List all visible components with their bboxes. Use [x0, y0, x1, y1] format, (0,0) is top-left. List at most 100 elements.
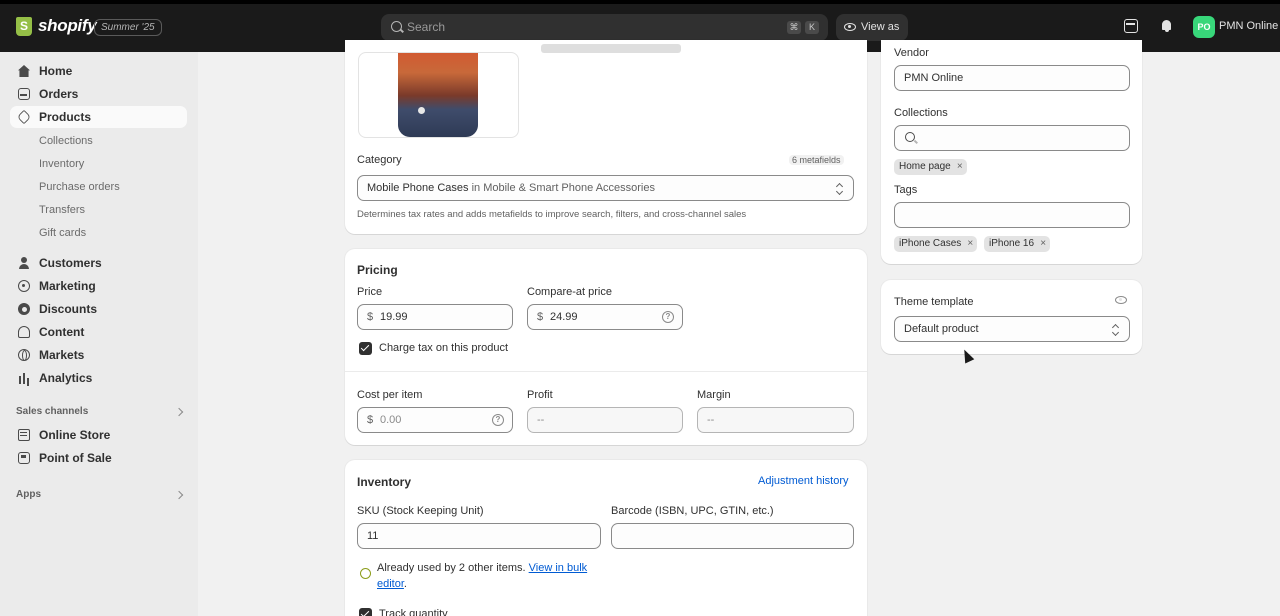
avatar[interactable]: PO	[1193, 16, 1215, 38]
theme-template-label: Theme template	[894, 296, 974, 308]
sidebar-item-marketing[interactable]: Marketing	[10, 275, 187, 297]
compare-at-price-input[interactable]: $ 24.99 ?	[527, 304, 683, 330]
sidebar-item-discounts[interactable]: Discounts	[10, 298, 187, 320]
sidebar-item-orders[interactable]: Orders	[10, 83, 187, 105]
sidebar-item-label: Customers	[39, 256, 102, 270]
tag-pill-label: iPhone 16	[989, 238, 1035, 249]
sku-warning-end: .	[403, 578, 407, 590]
vendor-label: Vendor	[894, 47, 929, 59]
store-name[interactable]: PMN Online	[1219, 20, 1278, 32]
charge-tax-checkbox[interactable]	[359, 342, 372, 355]
sidebar-item-analytics[interactable]: Analytics	[10, 367, 187, 389]
sidebar-item-label: Analytics	[39, 371, 93, 385]
sidebar-item-label: Marketing	[39, 279, 96, 293]
sidebar-item-markets[interactable]: Markets	[10, 344, 187, 366]
margin-field: --	[697, 407, 854, 433]
sidebar-item-content[interactable]: Content	[10, 321, 187, 343]
remove-icon[interactable]: ×	[1040, 236, 1046, 252]
sidebar-item-label: Orders	[39, 87, 79, 101]
category-select[interactable]: Mobile Phone Cases in Mobile & Smart Pho…	[357, 175, 854, 201]
vendor-input[interactable]: PMN Online	[894, 65, 1130, 91]
sidebar-item-products[interactable]: Products	[10, 106, 187, 128]
sidebar-item-label: Online Store	[39, 428, 111, 442]
sales-channels-header[interactable]: Sales channels	[16, 406, 88, 417]
shopify-logo[interactable]: shopify	[16, 16, 97, 36]
search-bar[interactable]: Search ⌘ K	[381, 14, 828, 41]
sidebar-item-label: Discounts	[39, 302, 98, 316]
collection-pill: Home page ×	[894, 159, 967, 175]
product-image[interactable]	[358, 52, 519, 138]
category-help-text: Determines tax rates and adds metafields…	[357, 209, 747, 220]
track-quantity-checkbox[interactable]	[359, 608, 372, 616]
sidebar-item-online-store[interactable]: Online Store	[10, 424, 187, 446]
sidebar-item-customers[interactable]: Customers	[10, 252, 187, 274]
cost-placeholder: 0.00	[380, 414, 402, 426]
adjustment-history-link[interactable]: Adjustment history	[758, 475, 848, 487]
store-icon[interactable]	[1124, 19, 1138, 33]
currency-symbol: $	[537, 311, 544, 323]
pricing-title: Pricing	[357, 263, 398, 277]
profit-field: --	[527, 407, 683, 433]
margin-label: Margin	[697, 389, 731, 401]
sidebar-subitem-collections[interactable]: Collections	[39, 130, 93, 152]
currency-symbol: $	[367, 414, 374, 426]
theme-template-select[interactable]: Default product	[894, 316, 1130, 342]
tags-input[interactable]	[894, 202, 1130, 228]
tag-icon	[16, 109, 32, 125]
analytics-icon	[18, 372, 30, 384]
view-in-bulk-editor-link-2[interactable]: editor	[377, 578, 404, 590]
theme-template-value: Default product	[904, 323, 979, 335]
eye-icon	[844, 23, 856, 31]
inventory-title: Inventory	[357, 475, 412, 489]
remove-icon[interactable]: ×	[957, 159, 963, 175]
category-value: Mobile Phone Cases in Mobile & Smart Pho…	[367, 182, 655, 194]
sidebar-subitem-purchase-orders[interactable]: Purchase orders	[39, 176, 120, 198]
price-value: 19.99	[380, 311, 408, 323]
barcode-input[interactable]	[611, 523, 854, 549]
eye-icon[interactable]	[1115, 296, 1127, 304]
sidebar-item-label: Markets	[39, 348, 85, 362]
tags-label: Tags	[894, 184, 918, 196]
apps-header[interactable]: Apps	[16, 489, 41, 500]
tag-pill: iPhone Cases ×	[894, 236, 978, 252]
category-value-path: in Mobile & Smart Phone Accessories	[468, 182, 655, 194]
person-icon	[18, 257, 30, 269]
home-icon	[18, 65, 30, 77]
collection-pill-label: Home page	[899, 161, 951, 172]
barcode-label: Barcode (ISBN, UPC, GTIN, etc.)	[611, 505, 774, 517]
orders-icon	[18, 88, 30, 100]
currency-symbol: $	[367, 311, 374, 323]
tag-pill-label: iPhone Cases	[899, 238, 962, 249]
view-as-button[interactable]: View as	[836, 14, 908, 41]
sidebar-subitem-transfers[interactable]: Transfers	[39, 199, 85, 221]
sidebar-subitem-gift-cards[interactable]: Gift cards	[39, 222, 86, 244]
sidebar-item-label: Home	[39, 64, 73, 78]
sidebar-item-home[interactable]: Home	[10, 60, 187, 82]
cost-per-item-input[interactable]: $ 0.00 ?	[357, 407, 513, 433]
collections-search-input[interactable]	[894, 125, 1130, 151]
sidebar-item-label: Content	[39, 325, 85, 339]
sidebar-subitem-inventory[interactable]: Inventory	[39, 153, 84, 175]
sku-input[interactable]: 11	[357, 523, 601, 549]
bell-icon[interactable]	[1160, 19, 1174, 33]
help-icon[interactable]: ?	[492, 414, 504, 426]
divider	[345, 371, 867, 372]
margin-value: --	[707, 414, 715, 426]
shortcut-cmd-key: ⌘	[787, 21, 801, 34]
help-icon[interactable]: ?	[662, 311, 674, 323]
view-as-label: View as	[861, 21, 900, 33]
select-arrows-icon	[837, 183, 843, 194]
price-input[interactable]: $ 19.99	[357, 304, 513, 330]
target-icon	[18, 280, 30, 292]
remove-icon[interactable]: ×	[967, 236, 973, 252]
content-icon	[18, 326, 30, 338]
sku-warning-text: Already used by 2 other items.	[377, 562, 529, 574]
view-in-bulk-editor-link[interactable]: View in bulk	[529, 562, 588, 574]
warning-icon	[360, 568, 371, 579]
sidebar-item-point-of-sale[interactable]: Point of Sale	[10, 447, 187, 469]
shortcut-k-key: K	[805, 21, 819, 34]
search-placeholder: Search	[407, 20, 446, 34]
discount-icon	[18, 303, 30, 315]
sku-value: 11	[367, 530, 379, 542]
phone-case-image	[398, 53, 478, 137]
